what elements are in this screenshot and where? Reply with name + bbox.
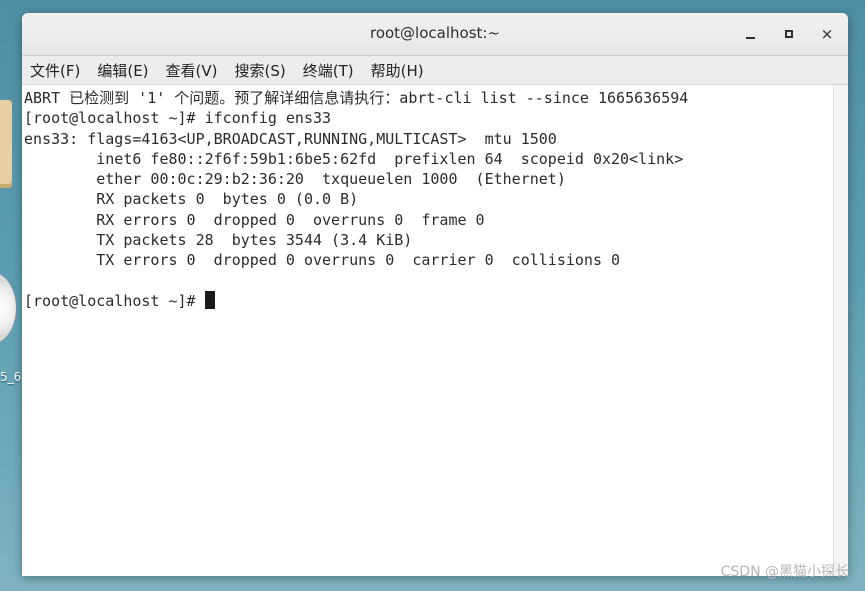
terminal-window: root@localhost:~ × 文件(F) 编辑(E) 查看(V) 搜索(… [22,13,848,576]
terminal-line: TX errors 0 dropped 0 overruns 0 carrier… [24,251,621,270]
menu-terminal[interactable]: 终端(T) [303,60,354,81]
terminal-line: RX packets 0 bytes 0 (0.0 B) [24,190,359,209]
close-button[interactable]: × [816,23,838,45]
minimize-button[interactable] [739,23,761,45]
title-bar[interactable]: root@localhost:~ × [22,13,848,56]
terminal-output[interactable]: ABRT 已检测到 '1' 个问题。预了解详细信息请执行：abrt-cli li… [22,85,834,576]
watermark: CSDN @黑猫小探长 [720,564,849,580]
text-cursor [204,290,215,309]
terminal-prompt-line[interactable]: [root@localhost ~]# [24,290,834,311]
menu-edit[interactable]: 编辑(E) [97,60,148,81]
terminal-line: inet6 fe80::2f6f:59b1:6be5:62fd prefixle… [24,149,684,168]
desktop-icon-label: 5_6 [0,370,22,384]
maximize-icon [785,30,793,38]
terminal-line: ether 00:0c:29:b2:36:20 txqueuelen 1000 … [24,170,566,189]
terminal-prompt: [root@localhost ~]# [24,291,205,310]
desktop-disc-icon[interactable] [0,272,16,344]
menu-help[interactable]: 帮助(H) [371,60,424,81]
desktop-folder-icon[interactable] [0,100,12,188]
terminal-line: [root@localhost ~]# ifconfig ens33 [24,109,332,128]
close-icon: × [820,24,834,43]
terminal-line: RX errors 0 dropped 0 overruns 0 frame 0 [24,210,485,229]
terminal-line: ens33: flags=4163<UP,BROADCAST,RUNNING,M… [24,129,557,148]
minimize-icon [745,37,755,39]
menu-view[interactable]: 查看(V) [166,60,218,81]
terminal-line: TX packets 28 bytes 3544 (3.4 KiB) [24,231,413,250]
window-title: root@localhost:~ [369,24,501,42]
terminal-scrollbar[interactable] [833,85,848,576]
menu-bar: 文件(F) 编辑(E) 查看(V) 搜索(S) 终端(T) 帮助(H) [22,56,848,85]
terminal-line: ABRT 已检测到 '1' 个问题。预了解详细信息请执行：abrt-cli li… [24,89,689,107]
menu-search[interactable]: 搜索(S) [235,60,286,81]
menu-file[interactable]: 文件(F) [30,60,80,81]
maximize-button[interactable] [778,23,800,45]
